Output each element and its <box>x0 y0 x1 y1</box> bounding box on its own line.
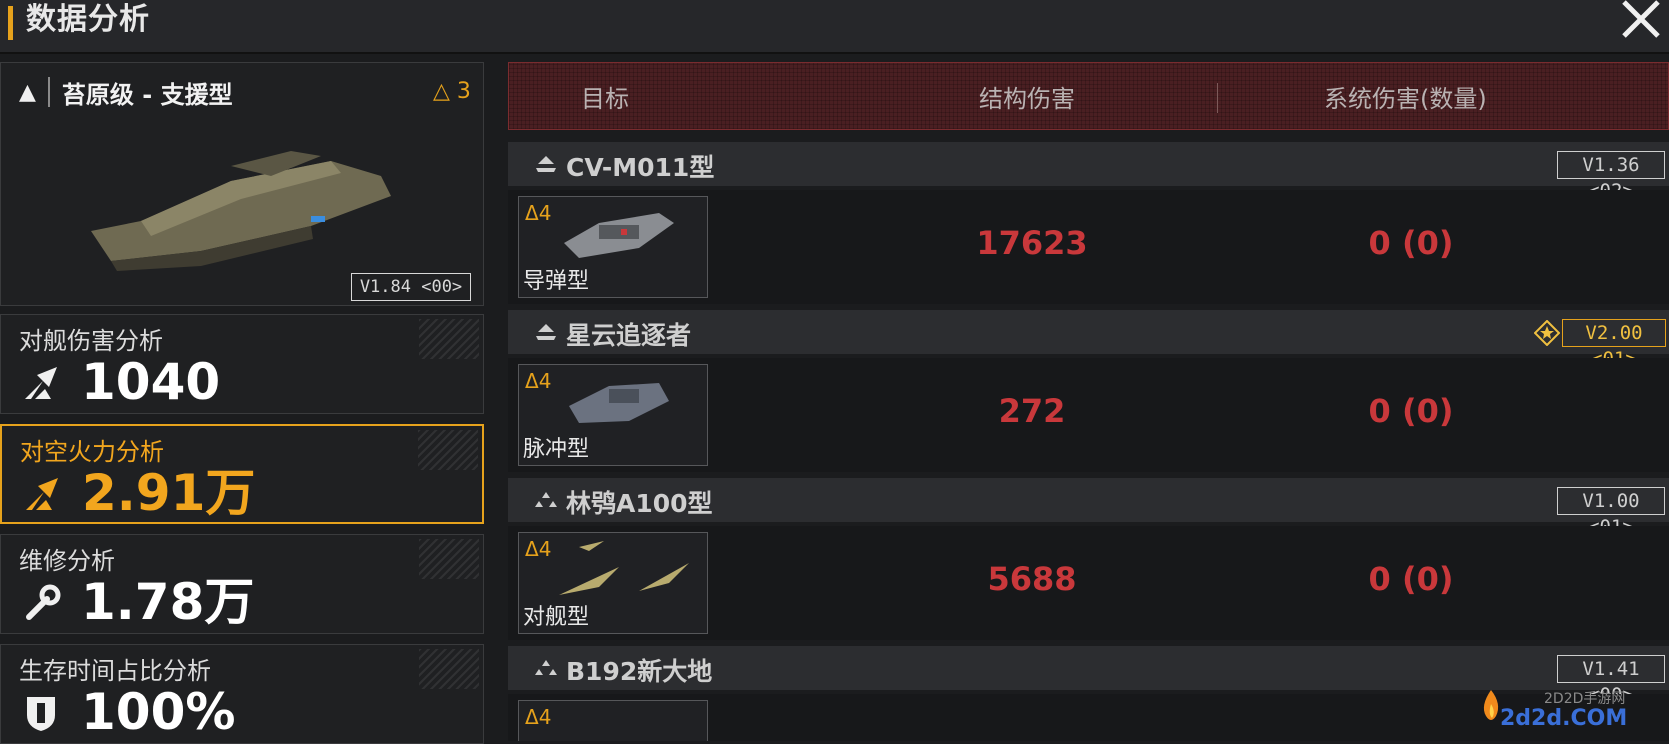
stat-repair[interactable]: 维修分析 1.78万 <box>0 534 484 634</box>
table-row[interactable]: Δ4 脉冲型 272 0 (0) <box>508 358 1669 472</box>
unit-type: 导弹型 <box>523 269 590 294</box>
unit-level-value: 4 <box>538 369 552 393</box>
system-damage: 0 (0) <box>1368 560 1454 598</box>
ship-level: △ 3 <box>433 79 471 104</box>
unit-level: Δ4 <box>525 201 552 225</box>
column-header-structure: 结构伤害 <box>979 85 1075 113</box>
version-badge: V1.41 <00> <box>1557 655 1665 706</box>
target-group-name: 星云追逐者 <box>566 321 692 350</box>
table-header: 目标 结构伤害 系统伤害(数量) <box>508 62 1669 130</box>
card-hatch <box>419 649 479 689</box>
watermark-text-2: 2d2d.COM <box>1500 706 1628 731</box>
stat-ship-damage[interactable]: 对舰伤害分析 1040 <box>0 314 484 414</box>
ship-damage-icon <box>25 367 57 399</box>
target-group-header: 星云追逐者 V2.00 <01> <box>508 310 1669 370</box>
stat-value: 1.78万 <box>81 573 255 631</box>
stat-anti-air[interactable]: 对空火力分析 2.91万 <box>0 424 484 524</box>
stat-label: 对空火力分析 <box>20 438 164 466</box>
structure-damage: 5688 <box>987 560 1077 598</box>
system-damage: 0 (0) <box>1368 392 1454 430</box>
unit-image <box>559 541 689 595</box>
ship-header: ▲ 苔原级 - 支援型 <box>19 75 233 109</box>
stat-label: 对舰伤害分析 <box>19 327 163 355</box>
stat-value: 1040 <box>81 353 221 411</box>
rank-chevron-icon <box>536 156 556 172</box>
version-badge: V1.00 <01> <box>1557 487 1665 538</box>
card-hatch <box>418 430 478 470</box>
star-badge-icon <box>1534 320 1560 346</box>
unit-type: 对舰型 <box>523 605 590 630</box>
rank-cluster-icon <box>535 660 557 675</box>
ship-level-value: 3 <box>456 79 471 104</box>
system-damage: 0 (0) <box>1368 224 1454 262</box>
structure-damage: 17623 <box>976 224 1088 262</box>
stat-survival[interactable]: 生存时间占比分析 100% <box>0 644 484 744</box>
target-thumbnail: Δ4 导弹型 <box>518 196 708 298</box>
table-row[interactable]: Δ4 导弹型 17623 0 (0) <box>508 190 1669 304</box>
version-badge: V1.36 <02> <box>1557 151 1665 202</box>
column-header-system: 系统伤害(数量) <box>1324 85 1487 113</box>
wrench-icon <box>26 584 61 620</box>
target-group-name: 林鸮A100型 <box>566 489 713 518</box>
target-group-name: CV-M011型 <box>566 153 715 182</box>
unit-level: Δ4 <box>525 537 552 561</box>
ship-version-badge: V1.84 <00> <box>351 273 471 301</box>
column-divider <box>1217 83 1218 113</box>
target-thumbnail: Δ4 <box>518 700 708 741</box>
target-group-name: B192新大地 <box>566 657 713 686</box>
unit-level: Δ4 <box>525 369 552 393</box>
title-accent <box>8 6 13 40</box>
unit-level-value: 4 <box>538 705 552 729</box>
ship-name: 苔原级 - 支援型 <box>61 80 233 109</box>
ship-class-icon: ▲ <box>19 79 36 105</box>
stat-value: 100% <box>81 683 236 741</box>
shield-icon <box>27 697 55 731</box>
version-badge: V2.00 <01> <box>1562 319 1666 370</box>
top-bar: 数据分析 <box>0 0 1669 54</box>
anti-air-icon <box>26 478 58 510</box>
table-row[interactable]: Δ4 对舰型 5688 0 (0) <box>508 526 1669 640</box>
target-thumbnail: Δ4 脉冲型 <box>518 364 708 466</box>
divider <box>47 77 50 107</box>
stat-label: 生存时间占比分析 <box>19 657 211 685</box>
unit-level-value: 4 <box>538 201 552 225</box>
rank-cluster-icon <box>535 492 557 507</box>
card-hatch <box>419 319 479 359</box>
target-thumbnail: Δ4 对舰型 <box>518 532 708 634</box>
target-group-header: CV-M011型 V1.36 <02> <box>508 142 1669 202</box>
unit-type: 脉冲型 <box>523 437 590 462</box>
unit-image <box>569 383 669 423</box>
watermark: 2D2D手游网 2d2d.COM <box>1478 684 1668 741</box>
stat-label: 维修分析 <box>19 547 115 575</box>
card-hatch <box>419 539 479 579</box>
column-header-target: 目标 <box>581 85 629 113</box>
close-icon[interactable] <box>1616 0 1666 40</box>
target-group-header: 林鸮A100型 V1.00 <01> <box>508 478 1669 538</box>
ship-card[interactable]: ▲ 苔原级 - 支援型 △ 3 V1.84 <00> <box>0 62 484 306</box>
page-title: 数据分析 <box>26 2 150 37</box>
ship-image <box>91 151 391 271</box>
stat-value: 2.91万 <box>82 464 256 522</box>
structure-damage: 272 <box>998 392 1066 430</box>
unit-level: Δ4 <box>525 705 552 729</box>
watermark-text-1: 2D2D手游网 <box>1544 691 1626 707</box>
rank-chevron-icon <box>536 324 556 340</box>
unit-image <box>564 213 674 258</box>
